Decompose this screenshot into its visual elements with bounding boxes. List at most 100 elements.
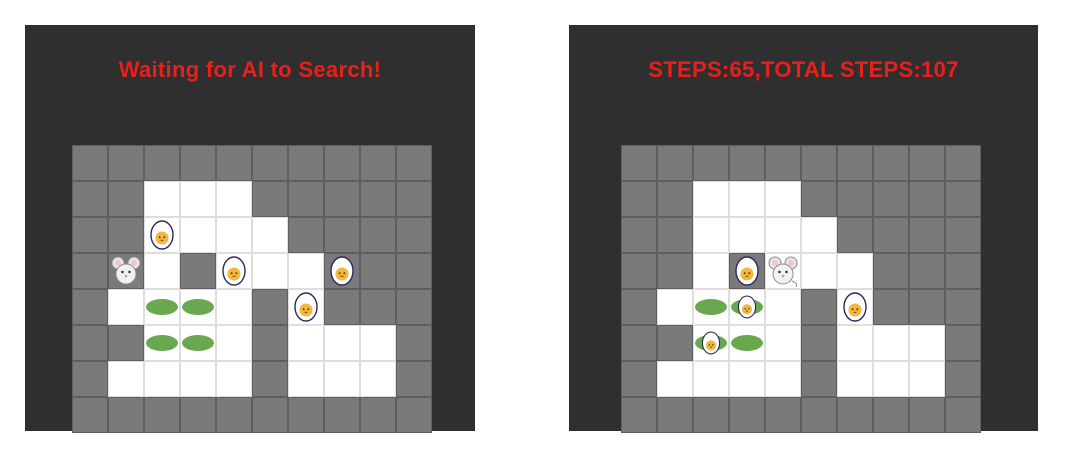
wall-tile (945, 397, 981, 433)
egg-box-icon (330, 256, 354, 286)
wall-tile (108, 181, 144, 217)
wall-tile (72, 289, 108, 325)
floor-tile (837, 253, 873, 289)
wall-tile (801, 181, 837, 217)
sokoban-board (72, 145, 432, 433)
floor-tile (801, 217, 837, 253)
floor-tile (216, 181, 252, 217)
wall-tile (801, 289, 837, 325)
wall-tile (252, 325, 288, 361)
floor-tile (693, 181, 729, 217)
wall-tile (72, 397, 108, 433)
wall-tile (360, 289, 396, 325)
wall-tile (945, 217, 981, 253)
floor-tile (288, 361, 324, 397)
wall-tile (396, 181, 432, 217)
wall-tile (72, 361, 108, 397)
wall-tile (801, 397, 837, 433)
floor-tile (729, 361, 765, 397)
wall-tile (288, 181, 324, 217)
mouse-player-icon (768, 256, 798, 288)
floor-tile (729, 181, 765, 217)
wall-tile (945, 253, 981, 289)
floor-tile (873, 325, 909, 361)
wall-tile (837, 217, 873, 253)
wall-tile (909, 181, 945, 217)
status-text: Waiting for AI to Search! (118, 57, 382, 82)
wall-tile (621, 325, 657, 361)
floor-tile (657, 361, 693, 397)
egg-box-icon (222, 256, 246, 286)
wall-tile (72, 253, 108, 289)
wall-tile (621, 181, 657, 217)
floor-tile (216, 325, 252, 361)
wall-tile (360, 217, 396, 253)
wall-tile (72, 217, 108, 253)
floor-tile (180, 217, 216, 253)
wall-tile (873, 145, 909, 181)
wall-tile (180, 145, 216, 181)
wall-tile (180, 253, 216, 289)
wall-tile (72, 145, 108, 181)
floor-tile (252, 253, 288, 289)
floor-tile (909, 361, 945, 397)
target-spot-icon (731, 335, 763, 351)
wall-tile (693, 145, 729, 181)
target-spot-icon (182, 335, 214, 351)
wall-tile (216, 145, 252, 181)
wall-tile (396, 253, 432, 289)
wall-tile (72, 181, 108, 217)
wall-tile (252, 397, 288, 433)
floor-tile (216, 217, 252, 253)
wall-tile (252, 181, 288, 217)
wall-tile (909, 217, 945, 253)
floor-tile (693, 217, 729, 253)
egg-box-icon (294, 292, 318, 322)
wall-tile (873, 253, 909, 289)
wall-tile (657, 217, 693, 253)
wall-tile (945, 325, 981, 361)
wall-tile (396, 289, 432, 325)
floor-tile (360, 361, 396, 397)
wall-tile (252, 289, 288, 325)
wall-tile (108, 145, 144, 181)
mouse-player-icon (111, 256, 141, 288)
floor-tile (144, 361, 180, 397)
wall-tile (837, 181, 873, 217)
wall-tile (360, 145, 396, 181)
wall-tile (729, 397, 765, 433)
wall-tile (108, 397, 144, 433)
wall-tile (144, 145, 180, 181)
wall-tile (945, 181, 981, 217)
wall-tile (216, 397, 252, 433)
game-panel-progress: STEPS:65,TOTAL STEPS:107 (569, 25, 1038, 433)
floor-tile (216, 361, 252, 397)
wall-tile (621, 217, 657, 253)
wall-tile (801, 325, 837, 361)
wall-tile (108, 217, 144, 253)
wall-tile (837, 397, 873, 433)
step-counter: STEPS:65,TOTAL STEPS:107 (648, 57, 959, 82)
wall-tile (909, 289, 945, 325)
wall-tile (360, 253, 396, 289)
wall-tile (909, 253, 945, 289)
wall-tile (621, 361, 657, 397)
wall-tile (909, 397, 945, 433)
floor-tile (180, 361, 216, 397)
wall-tile (324, 397, 360, 433)
floor-tile (108, 289, 144, 325)
wall-tile (288, 145, 324, 181)
wall-tile (324, 289, 360, 325)
wall-tile (873, 181, 909, 217)
wall-tile (873, 289, 909, 325)
floor-tile (657, 289, 693, 325)
wall-tile (396, 217, 432, 253)
wall-tile (657, 397, 693, 433)
floor-tile (180, 181, 216, 217)
floor-tile (252, 217, 288, 253)
floor-tile (144, 181, 180, 217)
wall-tile (252, 145, 288, 181)
egg-box-icon (843, 292, 867, 322)
floor-tile (360, 325, 396, 361)
floor-tile (729, 217, 765, 253)
